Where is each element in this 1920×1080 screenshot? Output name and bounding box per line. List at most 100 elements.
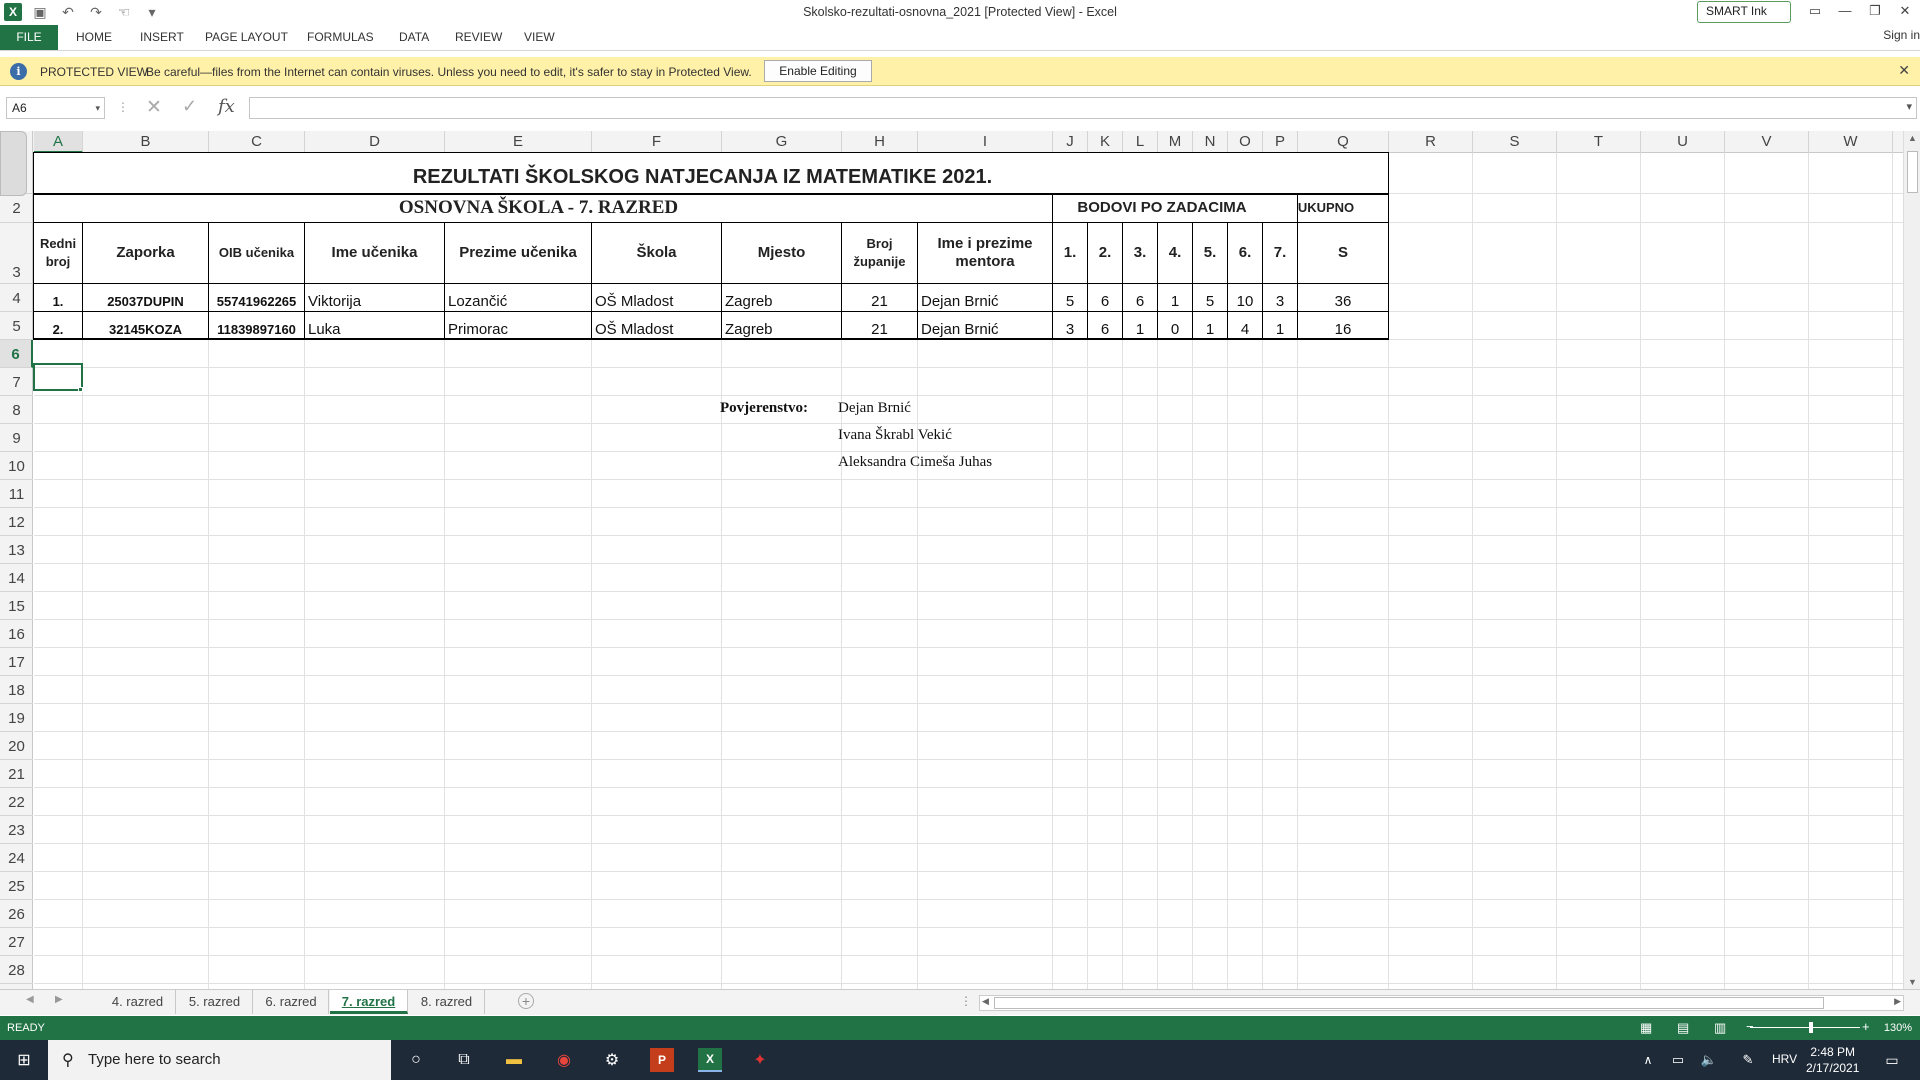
column-header[interactable]: U: [1641, 131, 1725, 153]
name-box[interactable]: A6 ▾: [6, 97, 105, 119]
row-header[interactable]: 14: [0, 564, 33, 592]
tab-file[interactable]: FILE: [0, 25, 58, 50]
row-header[interactable]: 19: [0, 704, 33, 732]
row-header[interactable]: 28: [0, 956, 33, 984]
column-header[interactable]: H: [842, 131, 918, 153]
sheet-tab[interactable]: 4. razred: [100, 990, 176, 1014]
column-header[interactable]: N: [1193, 131, 1228, 153]
sheet-tab[interactable]: 6. razred: [254, 990, 329, 1014]
language-indicator[interactable]: HRV: [1772, 1052, 1797, 1066]
app-taskbar-icon[interactable]: ✦: [748, 1048, 772, 1072]
column-header[interactable]: W: [1809, 131, 1893, 153]
taskbar-search-input[interactable]: Type here to search: [48, 1040, 391, 1080]
column-header[interactable]: A: [34, 131, 83, 153]
column-header[interactable]: P: [1263, 131, 1298, 153]
column-header[interactable]: D: [305, 131, 445, 153]
chrome-icon[interactable]: ◉: [552, 1048, 576, 1072]
column-header[interactable]: T: [1557, 131, 1641, 153]
column-header[interactable]: L: [1123, 131, 1158, 153]
row-header[interactable]: 13: [0, 536, 33, 564]
formula-input[interactable]: ▾: [249, 97, 1917, 119]
column-header[interactable]: G: [722, 131, 842, 153]
chevron-down-icon[interactable]: ▾: [95, 98, 100, 118]
row-header[interactable]: 17: [0, 648, 33, 676]
tab-insert[interactable]: INSERT: [140, 30, 184, 44]
enter-check-icon[interactable]: ✓: [182, 96, 197, 117]
row-header[interactable]: 12: [0, 508, 33, 536]
column-header[interactable]: S: [1473, 131, 1557, 153]
smart-ink-side-control[interactable]: [0, 131, 27, 196]
tab-view[interactable]: VIEW: [524, 30, 555, 44]
row-header[interactable]: 6: [0, 340, 33, 368]
row-header[interactable]: 7: [0, 368, 33, 396]
zoom-slider[interactable]: [1750, 1027, 1860, 1028]
column-header[interactable]: B: [83, 131, 209, 153]
horizontal-scrollbar[interactable]: ◀ ▶: [979, 995, 1904, 1011]
minimize-button[interactable]: —: [1830, 0, 1860, 24]
excel-taskbar-icon[interactable]: X: [698, 1048, 722, 1072]
vertical-scrollbar[interactable]: ▲ ▼: [1903, 131, 1920, 989]
page-break-view-icon[interactable]: ▥: [1714, 1020, 1726, 1036]
enable-editing-button[interactable]: Enable Editing: [764, 60, 872, 82]
column-header[interactable]: R: [1389, 131, 1473, 153]
tab-page-layout[interactable]: PAGE LAYOUT: [205, 30, 288, 44]
pen-icon[interactable]: ✎: [1736, 1048, 1760, 1072]
column-header[interactable]: F: [592, 131, 722, 153]
row-header[interactable]: 24: [0, 844, 33, 872]
row-header[interactable]: 5: [0, 312, 33, 340]
row-header[interactable]: 3: [0, 223, 33, 284]
tab-formulas[interactable]: FORMULAS: [307, 30, 374, 44]
zoom-slider-knob[interactable]: [1809, 1022, 1813, 1033]
row-header[interactable]: 4: [0, 284, 33, 312]
task-view-icon[interactable]: ⧉: [452, 1048, 476, 1072]
column-header[interactable]: O: [1228, 131, 1263, 153]
sheet-tab[interactable]: 7. razred: [330, 990, 408, 1014]
row-header[interactable]: 2: [0, 194, 33, 223]
fill-handle[interactable]: [78, 387, 83, 392]
row-header[interactable]: 16: [0, 620, 33, 648]
column-header[interactable]: J: [1053, 131, 1088, 153]
close-bar-icon[interactable]: ✕: [1898, 62, 1910, 79]
worksheet-grid[interactable]: ABCDEFGHIJKLMNOPQRSTUVW 1234567891011121…: [0, 131, 1903, 989]
insert-function-icon[interactable]: fx: [218, 96, 235, 117]
row-header[interactable]: 25: [0, 872, 33, 900]
powerpoint-icon[interactable]: P: [650, 1048, 674, 1072]
sheet-tab[interactable]: 5. razred: [177, 990, 253, 1014]
taskbar-clock[interactable]: 2:48 PM 2/17/2021: [1806, 1044, 1859, 1076]
network-icon[interactable]: ▭: [1666, 1048, 1690, 1072]
zoom-in-icon[interactable]: +: [1862, 1019, 1870, 1034]
normal-view-icon[interactable]: ▦: [1640, 1020, 1652, 1036]
column-header[interactable]: E: [445, 131, 592, 153]
column-header[interactable]: I: [918, 131, 1053, 153]
file-explorer-icon[interactable]: ▬: [502, 1048, 526, 1072]
tab-review[interactable]: REVIEW: [455, 30, 502, 44]
expand-formula-icon[interactable]: ▾: [1906, 100, 1912, 113]
sign-in-link[interactable]: Sign in: [1883, 28, 1920, 42]
split-handle-icon[interactable]: ⋮: [960, 994, 972, 1008]
row-header[interactable]: 21: [0, 760, 33, 788]
horizontal-scroll-thumb[interactable]: [994, 997, 1824, 1009]
row-header[interactable]: 10: [0, 452, 33, 480]
column-header[interactable]: Q: [1298, 131, 1389, 153]
ribbon-display-icon[interactable]: ▭: [1800, 0, 1830, 24]
sheet-tab[interactable]: 8. razred: [409, 990, 485, 1014]
row-header[interactable]: 27: [0, 928, 33, 956]
windows-start-icon[interactable]: ⊞: [12, 1048, 36, 1072]
restore-button[interactable]: ❐: [1860, 0, 1890, 24]
zoom-level[interactable]: 130%: [1884, 1022, 1912, 1034]
smart-ink-button[interactable]: SMART Ink: [1697, 1, 1791, 23]
tab-scroll-right-icon[interactable]: ▶: [55, 994, 63, 1005]
row-header[interactable]: 20: [0, 732, 33, 760]
row-header[interactable]: 18: [0, 676, 33, 704]
tab-home[interactable]: HOME: [76, 30, 112, 44]
resize-handle-icon[interactable]: ⋮: [117, 100, 129, 114]
volume-icon[interactable]: 🔈: [1697, 1048, 1721, 1072]
scroll-down-icon[interactable]: ▼: [1908, 977, 1917, 987]
row-header[interactable]: 22: [0, 788, 33, 816]
row-header[interactable]: 15: [0, 592, 33, 620]
scroll-left-icon[interactable]: ◀: [982, 996, 989, 1007]
cell-area[interactable]: REZULTATI ŠKOLSKOG NATJECANJA IZ MATEMAT…: [33, 152, 1903, 989]
scroll-up-icon[interactable]: ▲: [1908, 133, 1917, 143]
cancel-icon[interactable]: ✕: [146, 96, 162, 119]
scroll-right-icon[interactable]: ▶: [1894, 996, 1901, 1007]
